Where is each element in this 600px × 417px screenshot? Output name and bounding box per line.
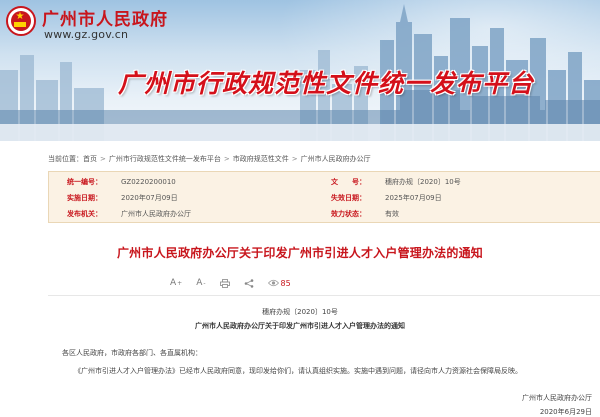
doc-number-label: 文 号： [331, 178, 366, 186]
font-larger-sup: + [177, 279, 183, 287]
toolbar-divider [48, 295, 600, 296]
info-row: 发布机关： 广州市人民政府办公厅 效力状态： 有效 [49, 206, 600, 222]
issuing-authority-value: 广州市人民政府办公厅 [121, 210, 191, 218]
site-url[interactable]: www.gz.gov.cn [44, 28, 128, 41]
issuing-authority-label: 发布机关： [67, 210, 102, 218]
signature-date: 2020年6月29日 [539, 408, 592, 416]
expiry-date-label: 失效日期： [331, 194, 366, 202]
breadcrumb: 当前位置： 首页 > 广州市行政规范性文件统一发布平台 > 市政府规范性文件 >… [48, 153, 371, 165]
validity-status-value: 有效 [385, 210, 399, 218]
eye-icon [267, 279, 279, 287]
printer-icon [219, 278, 230, 288]
print-button[interactable] [219, 278, 230, 288]
share-icon [244, 278, 253, 288]
document-info-box: 统一编号： GZ0220200010 文 号： 穗府办规〔2020〕10号 实施… [48, 171, 600, 223]
breadcrumb-municipal-docs[interactable]: 市政府规范性文件 [233, 154, 289, 164]
font-smaller-button[interactable]: A - [196, 278, 205, 288]
info-row: 实施日期： 2020年07月09日 失效日期： 2025年07月09日 [49, 190, 600, 206]
doc-number-value: 穗府办规〔2020〕10号 [385, 178, 461, 186]
unified-number-label: 统一编号： [67, 178, 102, 186]
breadcrumb-location-label: 当前位置： [48, 155, 83, 163]
view-counter: 85 [267, 278, 291, 288]
font-smaller-sup: - [203, 279, 206, 287]
effective-date-label: 实施日期： [67, 194, 102, 202]
body-paragraph: 《广州市引进人才入户管理办法》已经市人民政府同意，现印发给你们，请认真组织实施。… [74, 367, 522, 375]
breadcrumb-separator: > [100, 155, 106, 163]
article-toolbar: A + A - 85 [170, 276, 305, 290]
emblem-base [14, 22, 26, 27]
site-name[interactable]: 广州市人民政府 [42, 5, 168, 30]
validity-status-label: 效力状态： [331, 210, 366, 218]
effective-date-value: 2020年07月09日 [121, 194, 178, 202]
platform-title: 广州市行政规范性文件统一发布平台 [118, 69, 535, 98]
unified-number-value: GZ0220200010 [121, 178, 176, 186]
document-subtitle: 广州市人民政府办公厅关于印发广州市引进人才入户管理办法的通知 [195, 322, 405, 330]
breadcrumb-separator: > [291, 155, 298, 163]
share-button[interactable] [244, 278, 254, 288]
font-larger-button[interactable]: A + [170, 278, 182, 288]
breadcrumb-platform[interactable]: 广州市行政规范性文件统一发布平台 [109, 154, 221, 164]
gov-emblem-logo[interactable]: ★ [6, 6, 36, 36]
breadcrumb-separator: > [223, 155, 230, 163]
document-title: 广州市人民政府办公厅关于印发广州市引进人才入户管理办法的通知 [116, 246, 483, 260]
view-count: 85 [280, 278, 291, 288]
header-banner: ★ 广州市人民政府 www.gz.gov.cn 广州市行政规范性文件统一发布平台 [0, 0, 600, 141]
signature-authority: 广州市人民政府办公厅 [522, 394, 592, 402]
font-larger-icon: A [170, 278, 177, 288]
breadcrumb-general-office[interactable]: 广州市人民政府办公厅 [301, 154, 371, 164]
info-row: 统一编号： GZ0220200010 文 号： 穗府办规〔2020〕10号 [49, 174, 600, 190]
expiry-date-value: 2025年07月09日 [385, 194, 442, 202]
salutation-paragraph: 各区人民政府，市政府各部门、各直属机构： [62, 349, 202, 357]
document-number: 穗府办规〔2020〕10号 [262, 308, 338, 316]
emblem-star-icon: ★ [15, 11, 25, 22]
font-smaller-icon: A [196, 278, 203, 288]
breadcrumb-home[interactable]: 首页 [83, 154, 97, 164]
